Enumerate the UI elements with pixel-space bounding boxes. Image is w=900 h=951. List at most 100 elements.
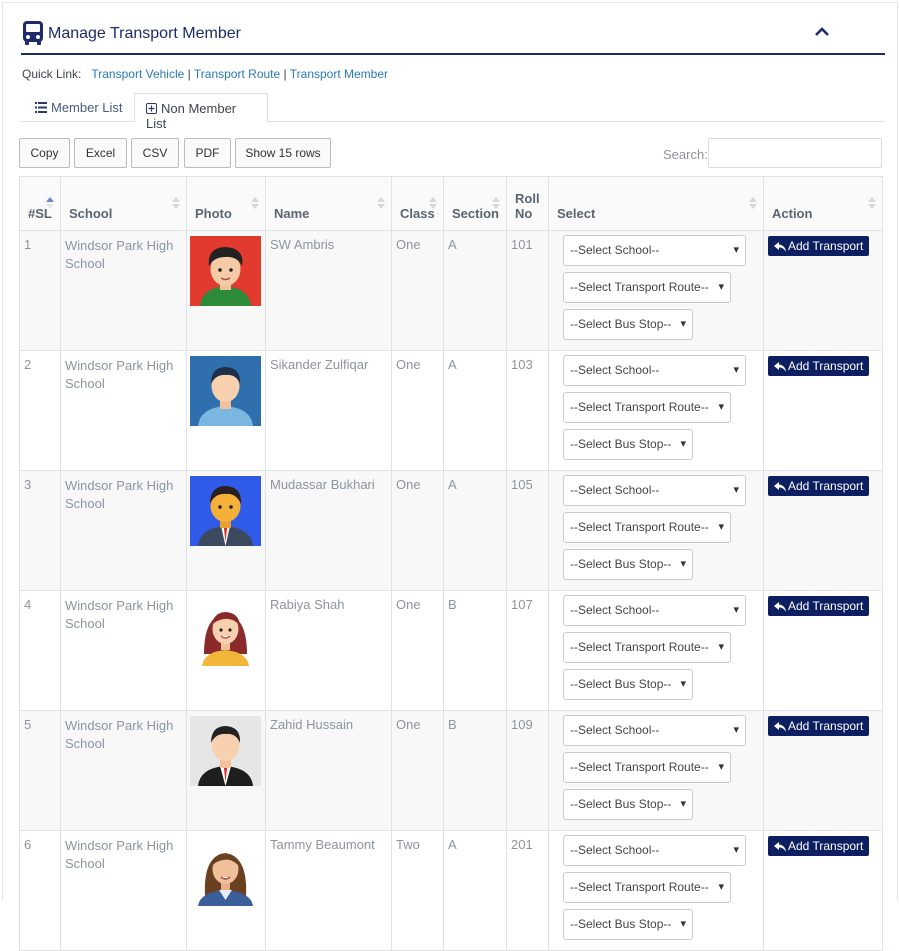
cell-photo (186, 230, 266, 351)
page-title: Manage Transport Member (48, 25, 241, 42)
add-transport-button[interactable]: Add Transport (768, 356, 870, 376)
col-sl[interactable]: #SL (19, 176, 61, 231)
student-photo (190, 716, 261, 786)
add-transport-label: Add Transport (788, 839, 864, 853)
sort-asc-icon (46, 197, 54, 209)
tab-label: Member List (51, 100, 123, 115)
school-select[interactable]: --Select School-- (563, 475, 746, 506)
cell-roll: 103 (506, 350, 549, 471)
col-action[interactable]: Action (763, 176, 883, 231)
cell-roll: 107 (506, 590, 549, 711)
sort-icon (749, 197, 757, 209)
transport-route-select[interactable]: --Select Transport Route-- (563, 632, 731, 663)
add-transport-label: Add Transport (788, 479, 864, 493)
link-transport-vehicle[interactable]: Transport Vehicle (91, 67, 184, 81)
quick-link-label: Quick Link: (22, 67, 82, 81)
cell-school: Windsor Park High School (60, 830, 187, 951)
col-roll[interactable]: Roll No (506, 176, 549, 231)
bus-stop-select[interactable]: --Select Bus Stop-- (563, 909, 693, 940)
bus-stop-select[interactable]: --Select Bus Stop-- (563, 309, 693, 340)
pdf-button[interactable]: PDF (184, 138, 231, 168)
cell-section: A (443, 470, 507, 591)
col-select[interactable]: Select (548, 176, 764, 231)
cell-school: Windsor Park High School (60, 710, 187, 831)
table-row: 4 Windsor Park High School Rabiya Shah O… (19, 590, 883, 711)
cell-class: One (391, 590, 444, 711)
cell-action: Add Transport (763, 350, 883, 471)
school-select[interactable]: --Select School-- (563, 715, 746, 746)
csv-button[interactable]: CSV (131, 138, 179, 168)
reply-icon (774, 722, 786, 732)
cell-photo (186, 590, 266, 711)
bus-stop-select[interactable]: --Select Bus Stop-- (563, 549, 693, 580)
student-photo (190, 836, 261, 906)
list-icon (35, 102, 47, 113)
cell-school: Windsor Park High School (60, 230, 187, 351)
quick-links: Quick Link: Transport Vehicle | Transpor… (22, 67, 388, 81)
add-transport-button[interactable]: Add Transport (768, 836, 870, 856)
cell-photo (186, 710, 266, 831)
cell-class: One (391, 230, 444, 351)
cell-class: One (391, 710, 444, 831)
transport-route-select[interactable]: --Select Transport Route-- (563, 872, 731, 903)
transport-route-select[interactable]: --Select Transport Route-- (563, 272, 731, 303)
chevron-up-icon[interactable] (813, 23, 831, 41)
bus-stop-select[interactable]: --Select Bus Stop-- (563, 789, 693, 820)
add-transport-button[interactable]: Add Transport (768, 476, 870, 496)
bus-stop-select[interactable]: --Select Bus Stop-- (563, 669, 693, 700)
link-transport-member[interactable]: Transport Member (290, 67, 388, 81)
add-transport-button[interactable]: Add Transport (768, 236, 870, 256)
school-select[interactable]: --Select School-- (563, 235, 746, 266)
table-row: 2 Windsor Park High School Sikander Zulf… (19, 350, 883, 471)
cell-select: --Select School-- --Select Transport Rou… (548, 590, 764, 711)
add-transport-button[interactable]: Add Transport (768, 716, 870, 736)
copy-button[interactable]: Copy (19, 138, 70, 168)
show-rows-button[interactable]: Show 15 rows (235, 138, 331, 168)
col-name[interactable]: Name (265, 176, 392, 231)
cell-section: B (443, 590, 507, 711)
add-transport-label: Add Transport (788, 359, 864, 373)
reply-icon (774, 362, 786, 372)
add-transport-button[interactable]: Add Transport (768, 596, 870, 616)
cell-name: Zahid Hussain (265, 710, 392, 831)
col-section[interactable]: Section (443, 176, 507, 231)
sort-icon (492, 197, 500, 209)
transport-route-select[interactable]: --Select Transport Route-- (563, 392, 731, 423)
reply-icon (774, 602, 786, 612)
link-transport-route[interactable]: Transport Route (194, 67, 280, 81)
cell-select: --Select School-- --Select Transport Rou… (548, 230, 764, 351)
excel-button[interactable]: Excel (74, 138, 127, 168)
school-select[interactable]: --Select School-- (563, 355, 746, 386)
search-label: Search: (663, 147, 708, 162)
school-select[interactable]: --Select School-- (563, 835, 746, 866)
col-school[interactable]: School (60, 176, 187, 231)
tab-non-member-list[interactable]: Non Member List (134, 93, 268, 131)
reply-icon (774, 842, 786, 852)
table-row: 1 Windsor Park High School SW Ambris One… (19, 230, 883, 351)
add-transport-label: Add Transport (788, 719, 864, 733)
table-header-row: #SL School Photo Name Class Section Roll… (19, 176, 883, 231)
cell-class: Two (391, 830, 444, 951)
student-photo (190, 236, 261, 306)
cell-action: Add Transport (763, 830, 883, 951)
cell-name: Mudassar Bukhari (265, 470, 392, 591)
cell-action: Add Transport (763, 470, 883, 591)
transport-route-select[interactable]: --Select Transport Route-- (563, 752, 731, 783)
cell-class: One (391, 350, 444, 471)
bus-stop-select[interactable]: --Select Bus Stop-- (563, 429, 693, 460)
cell-sl: 1 (19, 230, 61, 351)
col-class[interactable]: Class (391, 176, 444, 231)
cell-action: Add Transport (763, 710, 883, 831)
cell-section: A (443, 830, 507, 951)
cell-section: A (443, 350, 507, 471)
school-select[interactable]: --Select School-- (563, 595, 746, 626)
tab-member-list[interactable]: Member List (24, 93, 134, 122)
search-input[interactable] (708, 138, 882, 168)
transport-route-select[interactable]: --Select Transport Route-- (563, 512, 731, 543)
cell-name: Sikander Zulfiqar (265, 350, 392, 471)
table-row: 5 Windsor Park High School Zahid Hussain… (19, 710, 883, 831)
cell-sl: 2 (19, 350, 61, 471)
reply-icon (774, 482, 786, 492)
col-photo[interactable]: Photo (186, 176, 266, 231)
cell-school: Windsor Park High School (60, 590, 187, 711)
